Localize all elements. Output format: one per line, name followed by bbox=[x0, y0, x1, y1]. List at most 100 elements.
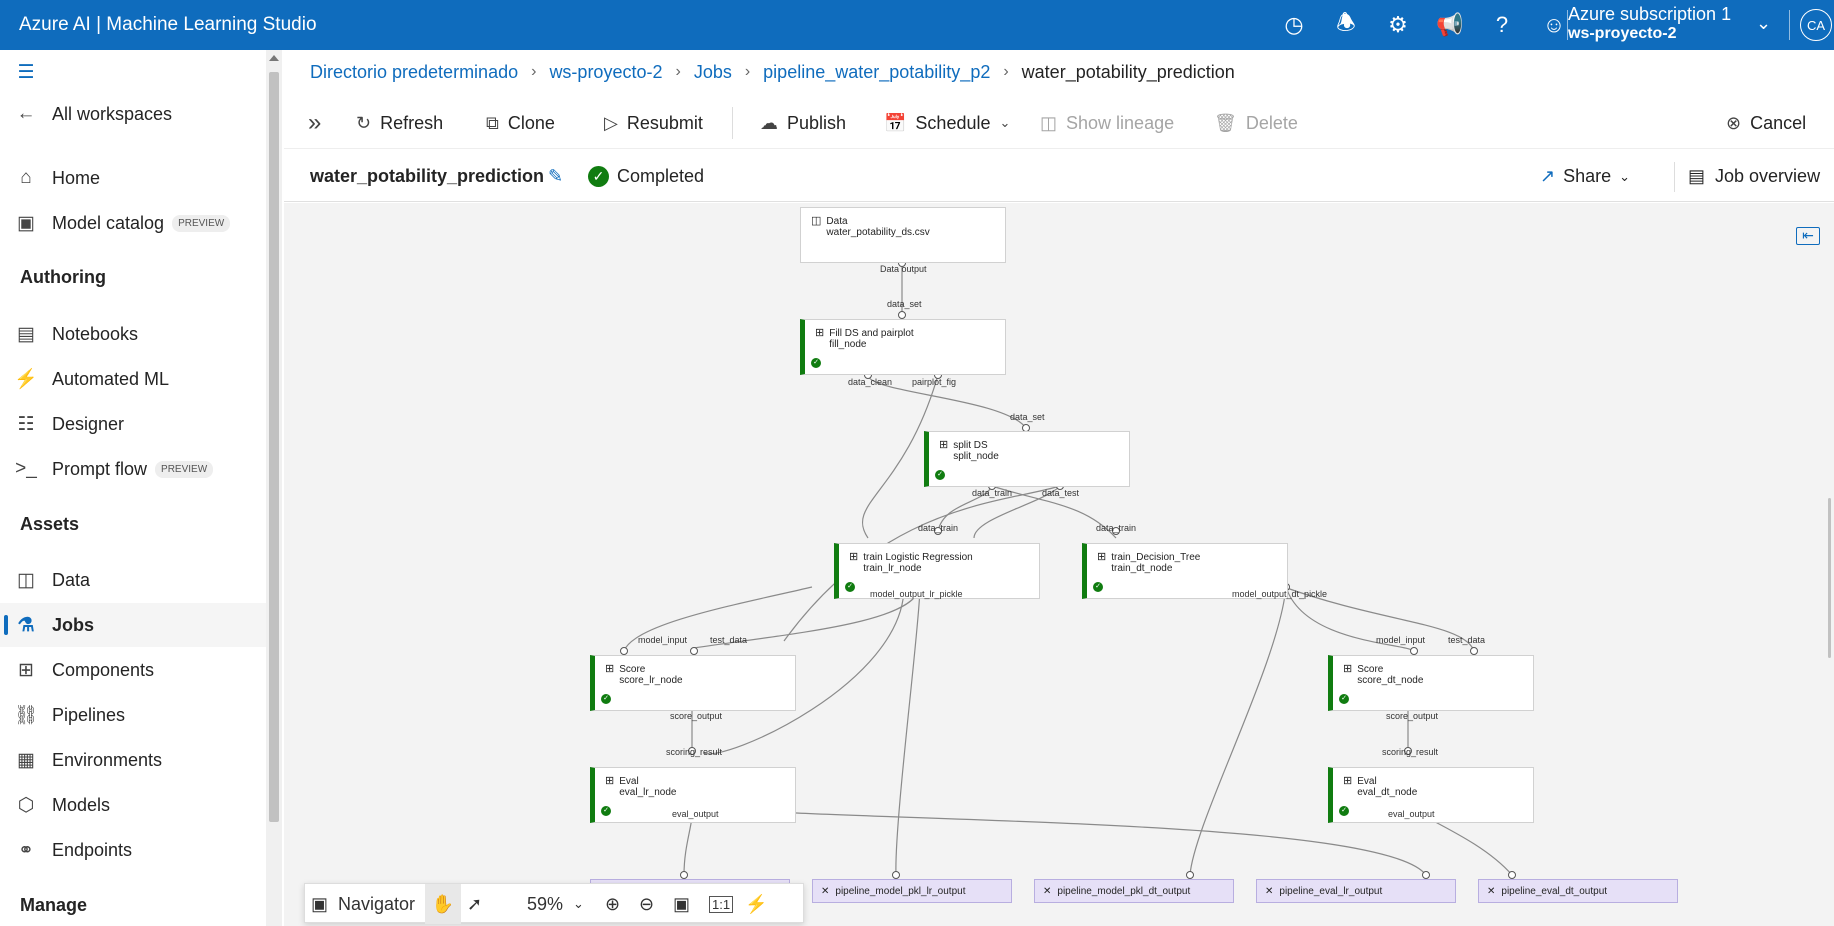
chevron-down-icon[interactable]: ⌄ bbox=[1756, 13, 1771, 34]
select-tool-button[interactable]: ➚ bbox=[467, 884, 482, 924]
pipeline-output-node[interactable]: ✕ pipeline_model_pkl_lr_output bbox=[812, 879, 1012, 903]
pipeline-node-split[interactable]: ⊞ split DS split_node ✓ bbox=[924, 431, 1130, 487]
status-label: Completed bbox=[617, 166, 705, 186]
cancel-button[interactable]: ⊗ Cancel bbox=[1726, 97, 1806, 149]
auto-layout-icon: ⚡ bbox=[745, 893, 768, 914]
sidebar-item-home[interactable]: ⌂ Home bbox=[0, 156, 266, 200]
prompt-icon: >_ bbox=[15, 458, 37, 479]
panel-toggle-icon[interactable]: ⇤ bbox=[1796, 227, 1820, 245]
help-icon[interactable]: ? bbox=[1476, 0, 1528, 50]
breadcrumb-link[interactable]: pipeline_water_potability_p2 bbox=[763, 62, 990, 83]
auto-layout-button[interactable]: ⚡ bbox=[745, 884, 767, 924]
megaphone-icon[interactable]: 📢 bbox=[1424, 0, 1476, 50]
expand-button[interactable]: » bbox=[308, 97, 321, 149]
sidebar-item-model-catalog[interactable]: ▣ Model catalog PREVIEW bbox=[0, 201, 266, 245]
sidebar-item-label: All workspaces bbox=[52, 103, 173, 124]
publish-button[interactable]: ☁ Publish bbox=[760, 97, 846, 149]
sidebar-item-label: Jobs bbox=[52, 614, 95, 635]
sidebar-item-models[interactable]: ⬡ Models bbox=[0, 783, 266, 827]
avatar[interactable]: CA bbox=[1800, 9, 1832, 41]
app-title[interactable]: Azure AI | Machine Learning Studio bbox=[0, 14, 317, 36]
sidebar-item-label: Endpoints bbox=[52, 839, 133, 860]
refresh-button[interactable]: ↻ Refresh bbox=[356, 97, 443, 149]
pencil-icon[interactable]: ✎ bbox=[548, 166, 563, 187]
show-lineage-button[interactable]: ◫ Show lineage bbox=[1040, 97, 1174, 149]
zoom-out-button[interactable]: ⊖ bbox=[639, 884, 654, 924]
port-label: data_train bbox=[918, 523, 959, 533]
node-subtitle: fill_node bbox=[829, 339, 867, 350]
sidebar-item-components[interactable]: ⊞ Components bbox=[0, 648, 266, 692]
flask-icon: ⚗ bbox=[17, 614, 35, 636]
overview-icon: ▤ bbox=[1688, 166, 1706, 186]
port-label: data_set bbox=[887, 299, 922, 309]
sidebar-item-automated-ml[interactable]: ⚡ Automated ML bbox=[0, 357, 266, 401]
hand-tool-button[interactable]: ✋ bbox=[425, 884, 461, 924]
module-icon: ⊞ bbox=[1343, 775, 1353, 787]
cube-icon: ⬡ bbox=[17, 794, 35, 816]
pipeline-node-score-lr[interactable]: ⊞ Score score_lr_node ✓ bbox=[590, 655, 796, 711]
pipeline-output-node[interactable]: ✕ pipeline_eval_dt_output bbox=[1478, 879, 1678, 903]
calendar-icon: 📅 bbox=[884, 112, 907, 133]
job-overview-button[interactable]: ▤ Job overview bbox=[1688, 166, 1820, 187]
breadcrumb-link[interactable]: Directorio predeterminado bbox=[310, 62, 518, 83]
subscription-selector[interactable]: Azure subscription 1 ws-proyecto-2 bbox=[1568, 4, 1748, 44]
status-badge: ✓ Completed bbox=[588, 166, 704, 187]
fit-to-screen-button[interactable]: ▣ bbox=[673, 884, 690, 924]
pipeline-output-node[interactable]: ✕ pipeline_eval_lr_output bbox=[1256, 879, 1456, 903]
sidebar-item-label: Notebooks bbox=[52, 323, 139, 344]
pipeline-node-data[interactable]: ◫ Data water_potability_ds.csv bbox=[800, 207, 1006, 263]
job-name: water_potability_prediction bbox=[310, 166, 545, 186]
node-title: train Logistic Regression bbox=[863, 552, 973, 563]
cloud-upload-icon: ☁ bbox=[760, 112, 778, 133]
sidebar-item-label: Designer bbox=[52, 413, 125, 434]
port-label: scoring_result bbox=[666, 747, 723, 757]
toolbar: » ↻ Refresh ⧉ Clone ▷ Resubmit ☁ Publish 📅 Sc… bbox=[284, 97, 1834, 149]
sidebar-item-prompt-flow[interactable]: >_ Prompt flow PREVIEW bbox=[0, 447, 266, 491]
pipeline-node-fill[interactable]: ⊞ Fill DS and pairplot fill_node ✓ bbox=[800, 319, 1006, 375]
scrollbar-thumb[interactable] bbox=[269, 72, 279, 822]
pipeline-node-score-dt[interactable]: ⊞ Score score_dt_node ✓ bbox=[1328, 655, 1534, 711]
job-overview-label: Job overview bbox=[1715, 166, 1821, 186]
node-subtitle: train_lr_node bbox=[863, 563, 922, 574]
output-icon: ✕ bbox=[821, 885, 830, 897]
components-icon: ⊞ bbox=[18, 659, 34, 681]
pipeline-canvas[interactable]: ◫ Data water_potability_ds.csv ⊞ Fill DS an… bbox=[284, 203, 1834, 926]
zoom-select[interactable]: 59% ⌄ bbox=[527, 884, 584, 924]
gear-icon[interactable]: ⚙ bbox=[1372, 0, 1424, 50]
bell-icon[interactable]: 🕭 bbox=[1320, 0, 1372, 50]
hamburger-menu-button[interactable]: ☰ bbox=[0, 50, 266, 94]
navigator-button[interactable]: ▣ Navigator bbox=[311, 884, 415, 924]
breadcrumb-link[interactable]: Jobs bbox=[694, 62, 732, 83]
check-circle-icon: ✓ bbox=[601, 806, 611, 816]
sidebar-item-designer[interactable]: ☷ Designer bbox=[0, 402, 266, 446]
breadcrumb-link[interactable]: ws-proyecto-2 bbox=[549, 62, 662, 83]
delete-button[interactable]: 🗑 Delete bbox=[1214, 97, 1298, 149]
output-label: pipeline_model_pkl_lr_output bbox=[835, 885, 966, 897]
port-label: data_test bbox=[1042, 488, 1080, 498]
port-label: test_data bbox=[1448, 635, 1486, 645]
hamburger-icon: ☰ bbox=[17, 61, 35, 83]
node-subtitle: eval_dt_node bbox=[1357, 787, 1418, 798]
clone-button[interactable]: ⧉ Clone bbox=[486, 97, 555, 149]
sidebar-item-pipelines[interactable]: ⛓ Pipelines bbox=[0, 693, 266, 737]
sidebar-item-jobs[interactable]: ⚗ Jobs bbox=[0, 603, 266, 647]
zoom-in-button[interactable]: ⊕ bbox=[605, 884, 620, 924]
clone-icon: ⧉ bbox=[486, 112, 499, 133]
share-button[interactable]: ↗ Share ⌄ bbox=[1540, 166, 1630, 187]
canvas-scrollbar[interactable] bbox=[1828, 498, 1831, 658]
sidebar-item-label: Automated ML bbox=[52, 368, 170, 389]
schedule-button[interactable]: 📅 Schedule ⌄ bbox=[884, 97, 1010, 149]
resubmit-button[interactable]: ▷ Resubmit bbox=[604, 97, 703, 149]
history-icon[interactable]: ◷ bbox=[1268, 0, 1320, 50]
scroll-up-icon[interactable] bbox=[269, 55, 279, 61]
sidebar-item-data[interactable]: ◫ Data bbox=[0, 558, 266, 602]
edge bbox=[1189, 586, 1287, 876]
pipeline-output-node[interactable]: ✕ pipeline_model_pkl_dt_output bbox=[1034, 879, 1234, 903]
actual-size-button[interactable]: 1:1 bbox=[709, 884, 734, 924]
sidebar-item-notebooks[interactable]: ▤ Notebooks bbox=[0, 312, 266, 356]
sidebar-item-all-workspaces[interactable]: ← All workspaces bbox=[0, 92, 266, 136]
sidebar-scrollbar[interactable] bbox=[266, 50, 282, 926]
trash-icon: 🗑 bbox=[1214, 112, 1237, 133]
sidebar-item-environments[interactable]: ▦ Environments bbox=[0, 738, 266, 782]
sidebar-item-endpoints[interactable]: ⚭ Endpoints bbox=[0, 828, 266, 872]
